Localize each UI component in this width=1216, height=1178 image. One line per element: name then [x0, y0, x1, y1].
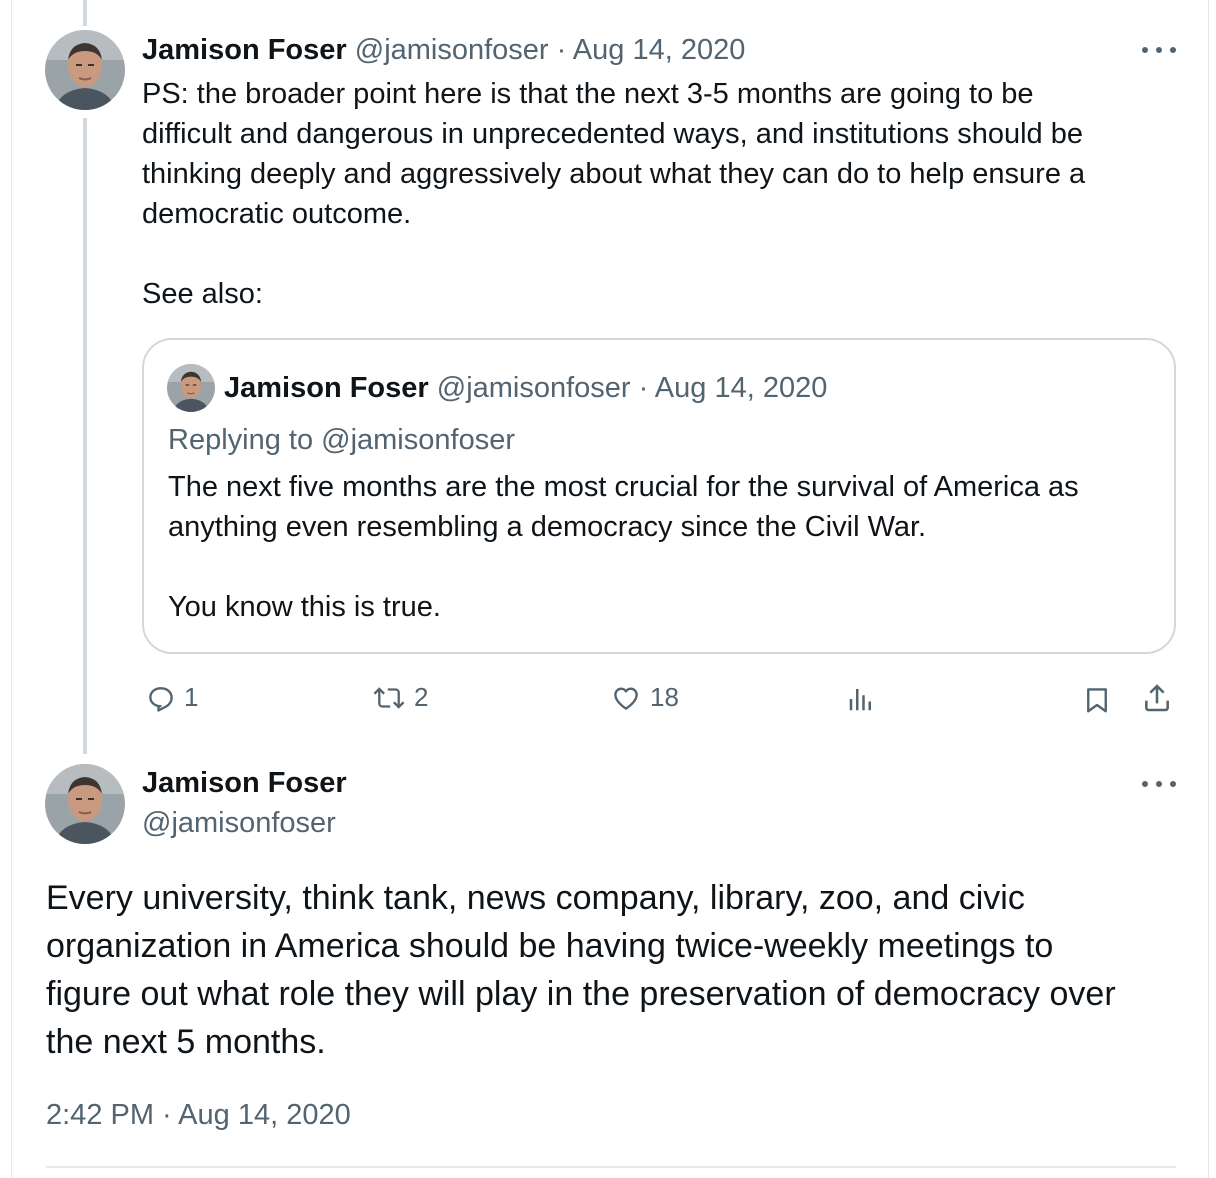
quoted-tweet-header: Jamison Foser @jamisonfoser · Aug 14, 20… — [224, 370, 827, 406]
retweet-count: 2 — [414, 682, 429, 712]
thread-line — [83, 118, 87, 754]
reply-tweet-text: PS: the broader point here is that the n… — [142, 74, 1085, 234]
retweet-icon — [373, 686, 405, 709]
text-line: democratic outcome. — [142, 198, 412, 230]
more-icon[interactable] — [1142, 777, 1176, 791]
views-button[interactable] — [846, 684, 876, 714]
right-border — [1208, 0, 1209, 1178]
tweet-date[interactable]: Aug 14, 2020 — [573, 34, 746, 66]
reply-icon — [149, 686, 173, 712]
like-button[interactable]: 18 — [610, 682, 679, 713]
left-border — [11, 0, 12, 1178]
author-handle[interactable]: @jamisonfoser — [355, 34, 549, 66]
separator: · — [638, 372, 649, 404]
text-line: anything even resembling a democracy sin… — [168, 511, 927, 543]
main-author-name[interactable]: Jamison Foser — [142, 765, 347, 801]
quoted-tweet-text-2: You know this is true. — [168, 591, 441, 623]
quoted-tweet-text: The next five months are the most crucia… — [168, 467, 1079, 547]
retweet-button[interactable]: 2 — [372, 682, 428, 713]
text-line: figure out what role they will play in t… — [46, 975, 1116, 1013]
like-icon — [614, 686, 638, 710]
share-icon — [1145, 684, 1169, 712]
quoted-avatar — [167, 364, 215, 412]
tweet-timestamp[interactable]: 2:42 PM · Aug 14, 2020 — [46, 1096, 351, 1134]
text-line: thinking deeply and aggressively about w… — [142, 158, 1086, 190]
reply-count: 1 — [184, 682, 199, 712]
tweet-thread: Jamison Foser @jamisonfoser · Aug 14, 20… — [0, 0, 1216, 1178]
views-icon — [849, 689, 871, 711]
text-line: the next 5 months. — [46, 1023, 326, 1061]
more-icon[interactable] — [1142, 43, 1176, 57]
author-name[interactable]: Jamison Foser — [142, 34, 347, 66]
see-also-text: See also: — [142, 278, 263, 310]
main-avatar[interactable] — [45, 764, 125, 844]
quoted-author-handle: @jamisonfoser — [436, 372, 631, 404]
separator: · — [556, 34, 567, 66]
avatar[interactable] — [45, 30, 125, 110]
share-button[interactable] — [1141, 682, 1173, 714]
bookmark-icon — [1087, 688, 1107, 713]
bookmark-button[interactable] — [1082, 684, 1112, 716]
replying-to: Replying to @jamisonfoser — [168, 424, 515, 456]
reply-tweet-header: Jamison Foser @jamisonfoser · Aug 14, 20… — [142, 32, 745, 68]
main-tweet-text: Every university, think tank, news compa… — [46, 874, 1116, 1066]
reply-button[interactable]: 1 — [146, 682, 198, 713]
thread-line-top — [83, 0, 87, 26]
divider — [46, 1166, 1176, 1168]
text-line: The next five months are the most crucia… — [168, 471, 1079, 503]
text-line: difficult and dangerous in unprecedented… — [142, 118, 1083, 150]
quoted-author-name: Jamison Foser — [224, 372, 429, 404]
text-line: PS: the broader point here is that the n… — [142, 78, 1034, 110]
text-line: Every university, think tank, news compa… — [46, 879, 1025, 917]
text-line: organization in America should be having… — [46, 927, 1054, 965]
main-author-handle[interactable]: @jamisonfoser — [142, 805, 336, 841]
like-count: 18 — [650, 682, 679, 712]
quoted-tweet-date: Aug 14, 2020 — [654, 372, 828, 404]
